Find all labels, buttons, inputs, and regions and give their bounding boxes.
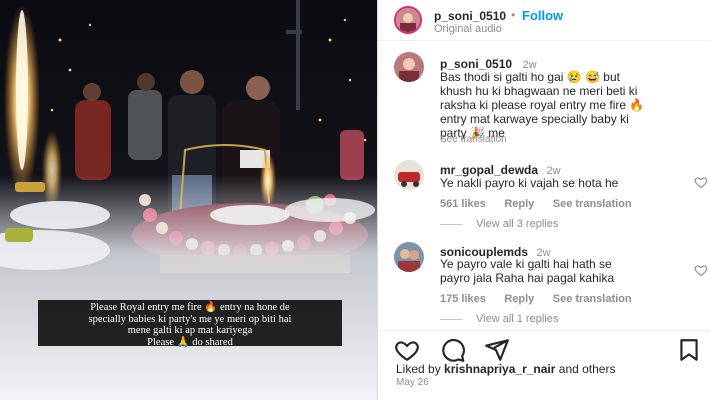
comment-see-translation[interactable]: See translation	[553, 293, 632, 305]
view-replies-link[interactable]: View all 3 replies	[476, 218, 558, 230]
comment-text: Ye payro vale ki galti hai hath se payro…	[440, 257, 614, 285]
bookmark-icon[interactable]	[676, 337, 702, 363]
liked-by-suffix[interactable]: and others	[555, 362, 616, 376]
comment-like-heart-icon[interactable]	[694, 263, 708, 277]
avatar-image	[394, 52, 424, 82]
avatar-image	[394, 242, 424, 272]
author-username[interactable]: p_soni_0510	[434, 9, 506, 23]
view-replies-row[interactable]: View all 3 replies	[440, 218, 558, 230]
comment-line: Ye payro vale ki galti hai hath se	[440, 257, 612, 271]
comment-like-heart-icon[interactable]	[694, 175, 708, 189]
post-side-panel: p_soni_0510 • Follow Original audio p_so…	[378, 0, 710, 400]
video-caption-line: Please Royal entry me fire 🔥 entry na ho…	[90, 302, 290, 313]
comment-see-translation[interactable]: See translation	[553, 198, 632, 210]
comment-meta-row: 175 likes Reply See translation	[440, 289, 632, 307]
caption-line: entry mat karwaye specially baby ki	[440, 112, 629, 126]
author-avatar[interactable]	[394, 6, 422, 34]
post-video[interactable]: Please Royal entry me fire 🔥 entry na ho…	[0, 0, 378, 400]
caption-line: Bas thodi si galti ho gai 😢 😅 but	[440, 70, 620, 84]
separator-dot: •	[511, 8, 516, 22]
caption-text: Bas thodi si galti ho gai 😢 😅 but khush …	[440, 70, 700, 140]
follow-button[interactable]: Follow	[522, 8, 563, 23]
video-caption-line: Please 🙏 do shared	[147, 336, 233, 348]
video-caption-overlay: Please Royal entry me fire 🔥 entry na ho…	[38, 300, 342, 348]
comment-likes[interactable]: 175 likes	[440, 293, 486, 305]
view-replies-link[interactable]: View all 1 replies	[476, 313, 558, 325]
post-action-bar	[378, 330, 710, 363]
avatar-image	[396, 8, 420, 32]
comment-line: payro jala Raha hai pagal kahika	[440, 271, 615, 285]
comment-reply-button[interactable]: Reply	[504, 198, 534, 210]
commenter-avatar[interactable]	[394, 160, 424, 190]
heart-icon[interactable]	[394, 337, 420, 363]
audio-label[interactable]: Original audio	[434, 23, 502, 35]
caption-author-avatar[interactable]	[394, 52, 424, 82]
caption-username[interactable]: p_soni_0510	[440, 57, 512, 71]
liked-by-prefix: Liked by	[396, 362, 445, 376]
liked-by-user[interactable]: krishnapriya_r_nair	[444, 362, 555, 376]
comment-likes[interactable]: 561 likes	[440, 198, 486, 210]
comment-reply-button[interactable]: Reply	[504, 293, 534, 305]
comment-meta-row: 561 likes Reply See translation	[440, 194, 632, 212]
liked-by-line: Liked by krishnapriya_r_nair and others	[396, 362, 615, 376]
video-caption-line: mene galti ki ap mat kariyega	[127, 325, 253, 336]
caption-line: khush hu ki bhagwaan ne meri beti ki	[440, 84, 638, 98]
view-replies-row[interactable]: View all 1 replies	[440, 313, 558, 325]
avatar-image	[394, 160, 424, 190]
replies-divider-line	[440, 223, 462, 225]
comment-text: Ye nakli payro ki vajah se hota he	[440, 176, 619, 190]
replies-divider-line	[440, 318, 462, 320]
video-caption-line: specially babies ki party's me ye meri o…	[88, 313, 292, 325]
comment-username[interactable]: mr_gopal_dewda	[440, 163, 538, 177]
comment-icon[interactable]	[440, 337, 466, 363]
commenter-avatar[interactable]	[394, 242, 424, 272]
caption-line: raksha ki please royal entry me fire 🔥	[440, 98, 645, 112]
post-date[interactable]: May 26	[396, 377, 429, 388]
share-icon[interactable]	[484, 337, 510, 363]
caption-see-translation[interactable]: See translation	[440, 134, 507, 145]
post-header: p_soni_0510 • Follow Original audio	[378, 0, 710, 41]
